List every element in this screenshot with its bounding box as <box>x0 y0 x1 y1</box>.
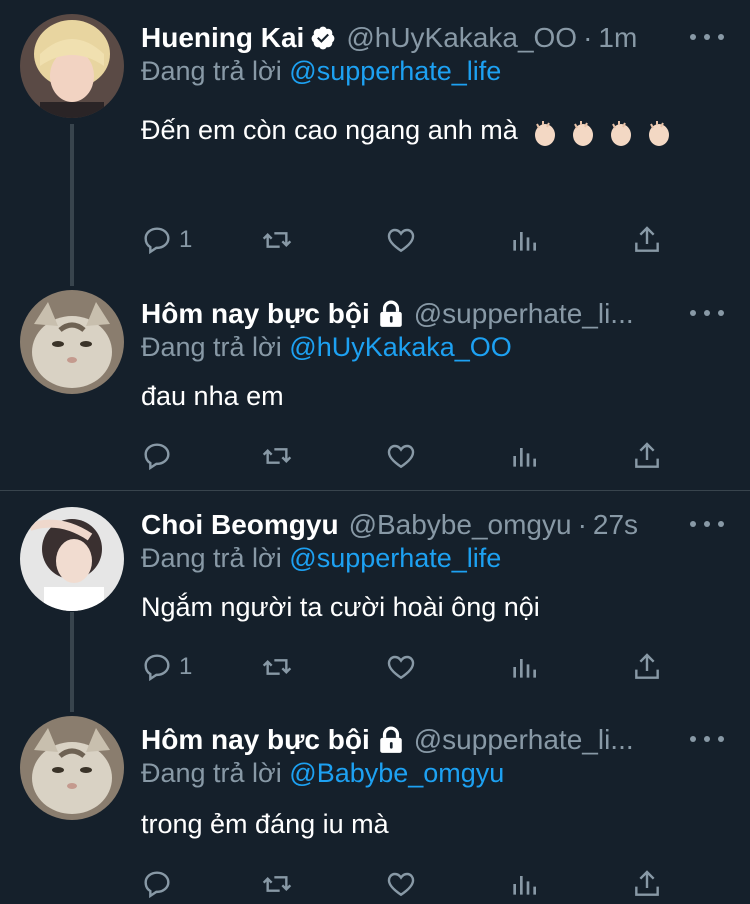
more-icon[interactable] <box>690 509 724 539</box>
reply-prefix: Đang trả lời <box>141 56 282 86</box>
like-icon <box>387 444 415 469</box>
analytics-button[interactable] <box>508 864 540 904</box>
lock-icon <box>378 726 404 754</box>
separator-dot: · <box>583 22 593 53</box>
clapping-hands-icon <box>643 117 673 147</box>
reply-button[interactable]: 1 <box>141 647 192 687</box>
clapping-hands-icon <box>567 117 597 147</box>
retweet-button[interactable] <box>261 220 293 260</box>
handle[interactable]: @supperhate_li... <box>414 298 634 330</box>
timestamp[interactable]: 1m <box>598 22 637 54</box>
tweet-actions: 1 <box>141 220 671 260</box>
share-icon <box>635 653 659 679</box>
like-icon <box>387 228 415 253</box>
reply-icon <box>144 654 170 682</box>
reply-icon <box>144 443 170 471</box>
like-button[interactable] <box>385 220 417 260</box>
analytics-icon <box>513 659 536 678</box>
tweet-header: Hôm nay bực bội @supperhate_li... <box>141 722 730 758</box>
tweet-text: đau nha em <box>141 381 284 411</box>
tweet[interactable]: Hôm nay bực bội @supperhate_li... Đang t… <box>0 712 750 903</box>
analytics-button[interactable] <box>508 220 540 260</box>
handle[interactable]: @supperhate_li... <box>414 724 634 756</box>
timestamp[interactable]: 27s <box>593 509 638 541</box>
tweet[interactable]: Huening Kai @hUyKakaka_OO · 1m Đang trả … <box>0 0 750 286</box>
tweet-text: trong ẻm đáng iu mà <box>141 809 389 839</box>
reply-icon <box>144 871 170 899</box>
retweet-button[interactable] <box>261 647 293 687</box>
retweet-icon <box>262 876 292 892</box>
reply-prefix: Đang trả lời <box>141 543 282 573</box>
reply-context: Đang trả lời @hUyKakaka_OO <box>141 332 512 363</box>
reply-mention[interactable]: @supperhate_life <box>289 543 501 573</box>
share-button[interactable] <box>631 864 663 904</box>
reply-mention[interactable]: @Babybe_omgyu <box>289 758 504 788</box>
reply-count: 1 <box>179 653 193 680</box>
analytics-icon <box>513 448 536 467</box>
share-icon <box>635 226 659 252</box>
retweet-button[interactable] <box>261 436 293 476</box>
share-icon <box>635 870 659 896</box>
reply-button[interactable]: 1 <box>141 220 192 260</box>
analytics-icon <box>513 876 536 895</box>
retweet-button[interactable] <box>261 864 293 904</box>
reply-count: 1 <box>179 226 193 253</box>
tweet-text-content: Đến em còn cao ngang anh mà <box>141 115 518 145</box>
share-button[interactable] <box>631 647 663 687</box>
tweet-header: Huening Kai @hUyKakaka_OO · 1m <box>141 20 730 56</box>
share-button[interactable] <box>631 436 663 476</box>
reply-prefix: Đang trả lời <box>141 332 282 362</box>
retweet-icon <box>262 659 292 675</box>
handle[interactable]: @Babybe_omgyu <box>349 509 572 541</box>
display-name[interactable]: Huening Kai <box>141 22 304 54</box>
retweet-icon <box>262 232 292 248</box>
more-icon[interactable] <box>690 298 724 328</box>
avatar[interactable] <box>20 716 124 820</box>
reply-button[interactable] <box>141 864 179 904</box>
reply-button[interactable] <box>141 436 179 476</box>
tweet-actions: 1 <box>141 647 671 687</box>
share-icon <box>635 442 659 468</box>
reply-mention[interactable]: @supperhate_life <box>289 56 501 86</box>
avatar[interactable] <box>20 507 124 611</box>
display-name[interactable]: Hôm nay bực bội <box>141 724 370 756</box>
more-icon[interactable] <box>690 22 724 52</box>
avatar[interactable] <box>20 14 124 118</box>
like-icon <box>387 872 415 897</box>
separator-dot: · <box>577 509 587 540</box>
reply-context: Đang trả lời @supperhate_life <box>141 543 501 574</box>
reply-context: Đang trả lời @supperhate_life <box>141 56 501 87</box>
analytics-button[interactable] <box>508 647 540 687</box>
reply-context: Đang trả lời @Babybe_omgyu <box>141 758 504 789</box>
reply-mention[interactable]: @hUyKakaka_OO <box>289 332 512 362</box>
analytics-icon <box>513 232 536 251</box>
tweet-text: Ngắm người ta cười hoài ông nội <box>141 592 540 622</box>
verified-icon <box>310 25 336 51</box>
tweet-actions <box>141 436 671 476</box>
like-button[interactable] <box>385 647 417 687</box>
lock-icon <box>378 300 404 328</box>
like-button[interactable] <box>385 436 417 476</box>
reply-prefix: Đang trả lời <box>141 758 282 788</box>
display-name[interactable]: Choi Beomgyu <box>141 509 339 541</box>
tweet-header: Choi Beomgyu @Babybe_omgyu · 27s <box>141 507 730 543</box>
handle[interactable]: @hUyKakaka_OO <box>346 22 577 54</box>
analytics-button[interactable] <box>508 436 540 476</box>
tweet[interactable]: Choi Beomgyu @Babybe_omgyu · 27s Đang tr… <box>0 491 750 712</box>
tweet-text: Đến em còn cao ngang anh mà <box>141 108 710 152</box>
clapping-hands-icon <box>605 117 635 147</box>
share-button[interactable] <box>631 220 663 260</box>
reply-icon <box>144 227 170 255</box>
tweet-header: Hôm nay bực bội @supperhate_li... <box>141 296 730 332</box>
avatar[interactable] <box>20 290 124 394</box>
tweet-actions <box>141 864 671 904</box>
like-button[interactable] <box>385 864 417 904</box>
like-icon <box>387 655 415 680</box>
more-icon[interactable] <box>690 724 724 754</box>
tweet[interactable]: Hôm nay bực bội @supperhate_li... Đang t… <box>0 286 750 488</box>
retweet-icon <box>262 448 292 464</box>
display-name[interactable]: Hôm nay bực bội <box>141 298 370 330</box>
clapping-hands-icon <box>529 117 559 147</box>
